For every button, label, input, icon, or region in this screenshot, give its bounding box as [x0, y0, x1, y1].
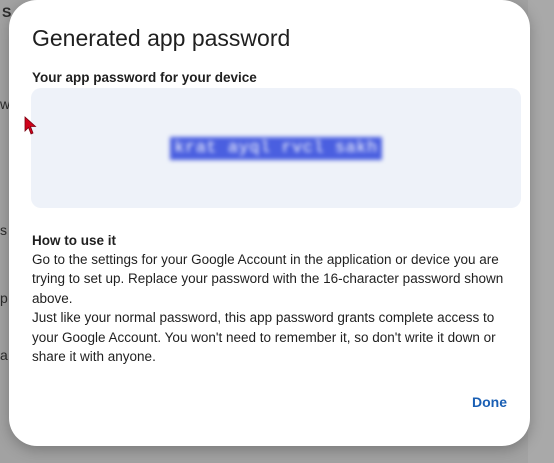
app-password-dialog: Generated app password Your app password…	[9, 0, 530, 446]
background-text-fragment: p	[0, 290, 8, 306]
background-scrollbar-area	[528, 0, 554, 463]
howto-instructions: Go to the settings for your Google Accou…	[32, 250, 518, 366]
password-box: krat ayql rvcl sakh	[31, 88, 521, 208]
howto-paragraph-1: Go to the settings for your Google Accou…	[32, 252, 504, 306]
app-password-value[interactable]: krat ayql rvcl sakh	[170, 136, 382, 160]
background-text-fragment: s	[0, 222, 7, 238]
done-button[interactable]: Done	[464, 390, 515, 414]
howto-heading: How to use it	[32, 233, 116, 248]
password-subtitle: Your app password for your device	[32, 70, 257, 85]
mouse-cursor-icon	[24, 116, 37, 135]
dialog-title: Generated app password	[32, 25, 291, 51]
background-text-fragment: a	[0, 347, 8, 363]
howto-paragraph-2: Just like your normal password, this app…	[32, 310, 496, 365]
